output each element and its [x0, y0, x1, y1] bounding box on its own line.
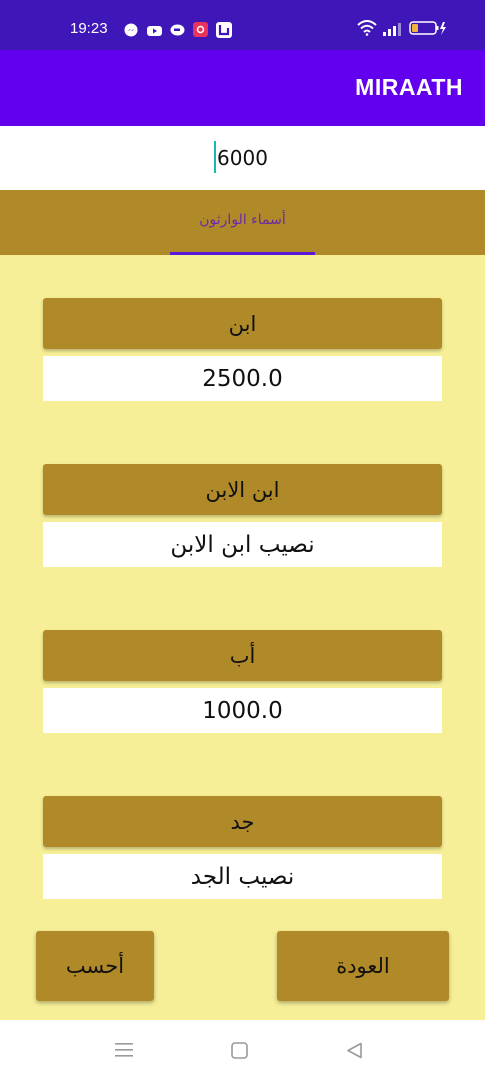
amount-row [0, 126, 485, 190]
back-icon[interactable] [346, 1042, 363, 1063]
wifi-icon [357, 20, 377, 40]
text-cursor [214, 141, 216, 173]
messenger-icon [124, 22, 139, 37]
status-bar: 19:23 [0, 0, 485, 50]
back-button[interactable]: العودة [277, 931, 449, 1001]
youtube-icon [147, 22, 162, 36]
app-title: MIRAATH [355, 74, 463, 100]
calculate-button[interactable]: أحسب [36, 931, 154, 1001]
battery-icon [409, 20, 447, 40]
heir-button-father[interactable]: أب [43, 630, 442, 681]
tab-bar: أسماء الوارثون [0, 190, 485, 255]
signal-icon [383, 21, 403, 40]
heir-share-grandson: نصيب ابن الابن [43, 522, 442, 567]
heir-share-grandfather: نصيب الجد [43, 854, 442, 899]
screen-recorder-icon [193, 22, 208, 37]
status-time: 19:23 [70, 20, 108, 37]
heirs-panel: ابن 2500.0 ابن الابن نصيب ابن الابن أب 1… [0, 255, 485, 1020]
estate-amount-input[interactable] [0, 142, 485, 174]
recents-icon[interactable] [115, 1042, 133, 1062]
heir-button-son[interactable]: ابن [43, 298, 442, 349]
notification-icons [124, 22, 232, 38]
heir-share-father: 1000.0 [43, 688, 442, 733]
app-icon [216, 22, 232, 38]
chat-icon [170, 22, 185, 36]
home-icon[interactable] [231, 1042, 248, 1063]
screen: 19:23 MIRAATH 6000 أسماء الوارثون ابن 25… [0, 0, 485, 1080]
heir-share-son: 2500.0 [43, 356, 442, 401]
heir-button-grandson[interactable]: ابن الابن [43, 464, 442, 515]
system-icons [357, 20, 447, 40]
tab-heirs-names[interactable]: أسماء الوارثون [170, 212, 315, 228]
heir-button-grandfather[interactable]: جد [43, 796, 442, 847]
navigation-bar [0, 1020, 485, 1080]
app-bar: MIRAATH [0, 50, 485, 126]
